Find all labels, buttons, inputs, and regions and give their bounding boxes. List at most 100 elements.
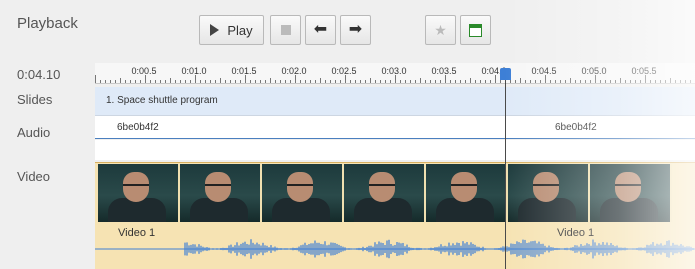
ruler-tick xyxy=(215,80,216,83)
ruler-tick xyxy=(340,80,341,83)
ruler-tick xyxy=(625,80,626,83)
ruler-tick xyxy=(630,80,631,83)
ruler-tick xyxy=(370,78,371,83)
ruler-tick xyxy=(155,80,156,83)
ruler-tick xyxy=(645,75,646,83)
ruler-tick xyxy=(245,75,246,83)
ruler-tick xyxy=(685,80,686,83)
previous-button[interactable]: ⬅ xyxy=(305,15,336,45)
ruler-tick xyxy=(555,80,556,83)
next-button[interactable]: ➡ xyxy=(340,15,371,45)
time-ruler[interactable]: 0:00.5 0:01.0 0:01.5 0:02.0 0:02.5 0:03.… xyxy=(95,63,695,84)
play-button[interactable]: Play xyxy=(199,15,264,45)
ruler-tick xyxy=(165,80,166,83)
time-readout: 0:04.10 xyxy=(17,67,61,82)
timeline[interactable]: 0:00.5 0:01.0 0:01.5 0:02.0 0:02.5 0:03.… xyxy=(95,63,695,269)
star-button[interactable]: ★ xyxy=(425,15,456,45)
ruler-tick xyxy=(650,80,651,83)
ruler-tick xyxy=(435,80,436,83)
ruler-tick xyxy=(515,80,516,83)
ruler-tick xyxy=(345,75,346,83)
ruler-tick xyxy=(585,80,586,83)
ruler-tick xyxy=(330,80,331,83)
ruler-tick xyxy=(135,80,136,83)
audio-clip-id[interactable]: 6be0b4f2 xyxy=(117,122,159,133)
tick-label: 0:02.5 xyxy=(331,66,357,76)
play-button-label: Play xyxy=(227,22,253,38)
ruler-tick xyxy=(180,80,181,83)
ruler-tick xyxy=(595,75,596,83)
audio-waveform xyxy=(95,239,695,259)
ruler-tick xyxy=(605,80,606,83)
ruler-tick xyxy=(570,78,571,83)
ruler-tick xyxy=(405,80,406,83)
ruler-tick xyxy=(660,80,661,83)
ruler-tick xyxy=(470,78,471,83)
ruler-tick xyxy=(300,80,301,83)
star-icon: ★ xyxy=(434,21,447,38)
playhead-handle[interactable] xyxy=(500,68,511,80)
slides-track-label: Slides xyxy=(17,92,53,107)
ruler-tick xyxy=(425,80,426,83)
tick-label: 0:05.0 xyxy=(581,66,607,76)
ruler-tick xyxy=(265,80,266,83)
ruler-tick xyxy=(210,80,211,83)
ruler-tick xyxy=(410,80,411,83)
video-track-label: Video xyxy=(17,169,51,184)
stop-button[interactable] xyxy=(270,15,301,45)
video-thumbnail xyxy=(98,164,180,222)
video-thumbnail xyxy=(590,164,672,222)
audio-clip-id[interactable]: 6be0b4f2 xyxy=(555,122,597,133)
ruler-tick xyxy=(385,80,386,83)
ruler-tick xyxy=(530,80,531,83)
ruler-tick xyxy=(415,80,416,83)
ruler-tick xyxy=(100,80,101,83)
ruler-tick xyxy=(105,80,106,83)
ruler-tick xyxy=(545,75,546,83)
ruler-tick xyxy=(460,80,461,83)
ruler-tick xyxy=(295,75,296,83)
ruler-tick xyxy=(235,80,236,83)
ruler-tick xyxy=(190,80,191,83)
ruler-tick xyxy=(140,80,141,83)
ruler-tick xyxy=(395,75,396,83)
ruler-tick xyxy=(510,80,511,83)
ruler-tick xyxy=(445,75,446,83)
ruler-tick xyxy=(250,80,251,83)
ruler-tick xyxy=(565,80,566,83)
tick-label: 0:01.5 xyxy=(231,66,257,76)
ruler-tick xyxy=(290,80,291,83)
ruler-tick xyxy=(220,78,221,83)
ruler-tick xyxy=(520,78,521,83)
video-thumbnail xyxy=(508,164,590,222)
ruler-tick xyxy=(185,80,186,83)
ruler-tick xyxy=(590,80,591,83)
ruler-tick xyxy=(325,80,326,83)
ruler-tick xyxy=(225,80,226,83)
ruler-tick xyxy=(440,80,441,83)
ruler-tick xyxy=(285,80,286,83)
ruler-tick xyxy=(130,80,131,83)
slides-track[interactable]: 1. Space shuttle program xyxy=(95,87,695,116)
ruler-tick xyxy=(580,80,581,83)
ruler-tick xyxy=(230,80,231,83)
ruler-tick xyxy=(690,80,691,83)
panel-button[interactable] xyxy=(460,15,491,45)
ruler-tick xyxy=(95,75,96,83)
ruler-tick xyxy=(560,80,561,83)
ruler-tick xyxy=(255,80,256,83)
ruler-tick xyxy=(150,80,151,83)
audio-track-label: Audio xyxy=(17,125,51,140)
slide-item[interactable]: 1. Space shuttle program xyxy=(106,95,218,106)
video-thumbnail xyxy=(426,164,508,222)
tick-label: 0:03.5 xyxy=(431,66,457,76)
audio-track[interactable]: 6be0b4f2 6be0b4f2 xyxy=(95,116,695,139)
video-track[interactable]: Video 1 Video 1 xyxy=(95,162,695,269)
panel-title: Playback xyxy=(17,15,78,32)
ruler-tick xyxy=(600,80,601,83)
ruler-tick xyxy=(310,80,311,83)
tick-label: 0:02.0 xyxy=(281,66,307,76)
tick-label: 0:03.0 xyxy=(381,66,407,76)
arrow-right-icon: ➡ xyxy=(348,21,363,38)
ruler-tick xyxy=(495,75,496,83)
